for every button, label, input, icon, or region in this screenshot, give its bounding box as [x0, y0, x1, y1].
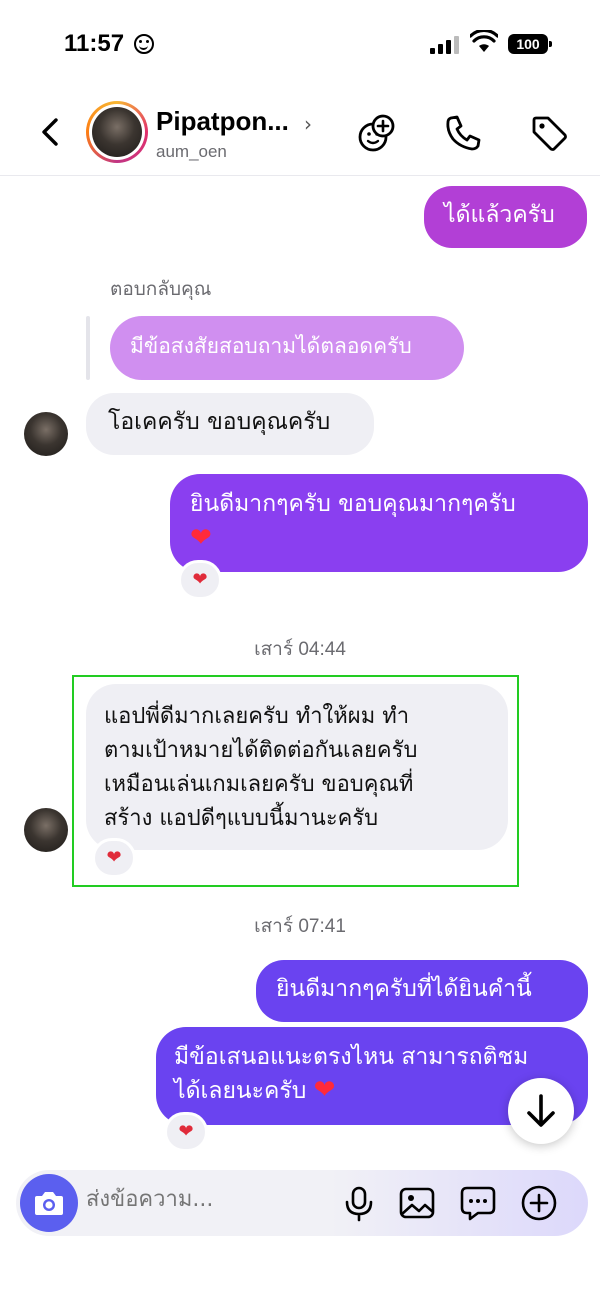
contact-username: aum_oen: [156, 142, 227, 161]
message-text: ยินดีมากๆครับ ขอบคุณมากๆครับ: [190, 491, 516, 517]
scroll-to-bottom-button[interactable]: [508, 1078, 574, 1144]
message-text: แอปพี่ดีมากเลยครับ ทำให้ผม ทำ: [104, 704, 410, 729]
sender-avatar[interactable]: [24, 412, 68, 456]
smiley-icon: [134, 34, 154, 54]
status-bar: 11:57 100: [0, 0, 600, 90]
message-text: เหมือนเล่นเกมเลยครับ ขอบคุณที่: [104, 772, 414, 797]
heart-icon: ❤: [313, 1075, 336, 1105]
chevron-right-icon[interactable]: ›: [304, 112, 312, 136]
incoming-message[interactable]: โอเคครับ ขอบคุณครับ: [86, 393, 374, 455]
wifi-icon: [470, 30, 498, 52]
sticker-chat-icon[interactable]: [459, 1184, 497, 1222]
message-input[interactable]: [86, 1187, 326, 1212]
heart-reaction[interactable]: ❤: [164, 1112, 208, 1152]
battery-indicator: 100: [508, 34, 552, 54]
message-text: มีข้อเสนอแนะตรงไหน สามารถติชม: [174, 1044, 529, 1070]
contact-name[interactable]: Pipatpon...: [156, 106, 289, 137]
timestamp: เสาร์ 04:44: [254, 639, 346, 660]
outgoing-message[interactable]: ยินดีมากๆครับที่ได้ยินคำนี้: [256, 960, 588, 1022]
reply-label: ตอบกลับคุณ: [110, 278, 212, 300]
quote-text: มีข้อสงสัยสอบถามได้ตลอดครับ: [130, 334, 412, 358]
tag-icon[interactable]: [528, 112, 570, 154]
signal-icon: [430, 34, 462, 54]
camera-button[interactable]: [20, 1174, 78, 1232]
incoming-message[interactable]: แอปพี่ดีมากเลยครับ ทำให้ผม ทำ ตามเป้าหมา…: [86, 684, 508, 850]
reply-quote-bar: [86, 316, 90, 380]
status-time: 11:57: [64, 30, 125, 57]
outgoing-message[interactable]: ได้แล้วครับ: [424, 186, 587, 248]
message-text: ได้เลยนะครับ: [174, 1078, 307, 1104]
contact-avatar[interactable]: [86, 101, 148, 163]
message-text: สร้าง แอปดีๆแบบนี้มานะครับ: [104, 806, 379, 831]
gallery-icon[interactable]: [398, 1184, 436, 1222]
back-chevron-icon[interactable]: [30, 112, 70, 152]
heart-reaction[interactable]: ❤: [178, 560, 222, 600]
replied-quote-bubble[interactable]: มีข้อสงสัยสอบถามได้ตลอดครับ: [110, 316, 464, 380]
chat-header: Pipatpon... › aum_oen: [0, 90, 600, 176]
phone-icon[interactable]: [442, 112, 484, 154]
message-composer: [16, 1170, 588, 1236]
plus-circle-icon[interactable]: [520, 1184, 558, 1222]
add-emoji-icon[interactable]: [356, 112, 398, 154]
message-text: ยินดีมากๆครับที่ได้ยินคำนี้: [276, 976, 532, 1002]
heart-icon: ❤: [190, 523, 212, 553]
sender-avatar[interactable]: [24, 808, 68, 852]
arrow-down-icon: [527, 1094, 555, 1127]
message-text: ตามเป้าหมายได้ติดต่อกันเลยครับ: [104, 738, 418, 763]
heart-reaction[interactable]: ❤: [92, 838, 136, 878]
message-text: โอเคครับ ขอบคุณครับ: [108, 409, 331, 435]
message-text: ได้แล้วครับ: [444, 202, 555, 228]
camera-icon: [35, 1192, 63, 1215]
microphone-icon[interactable]: [340, 1184, 378, 1222]
outgoing-message[interactable]: ยินดีมากๆครับ ขอบคุณมากๆครับ ❤: [170, 474, 588, 572]
timestamp: เสาร์ 07:41: [254, 916, 346, 937]
